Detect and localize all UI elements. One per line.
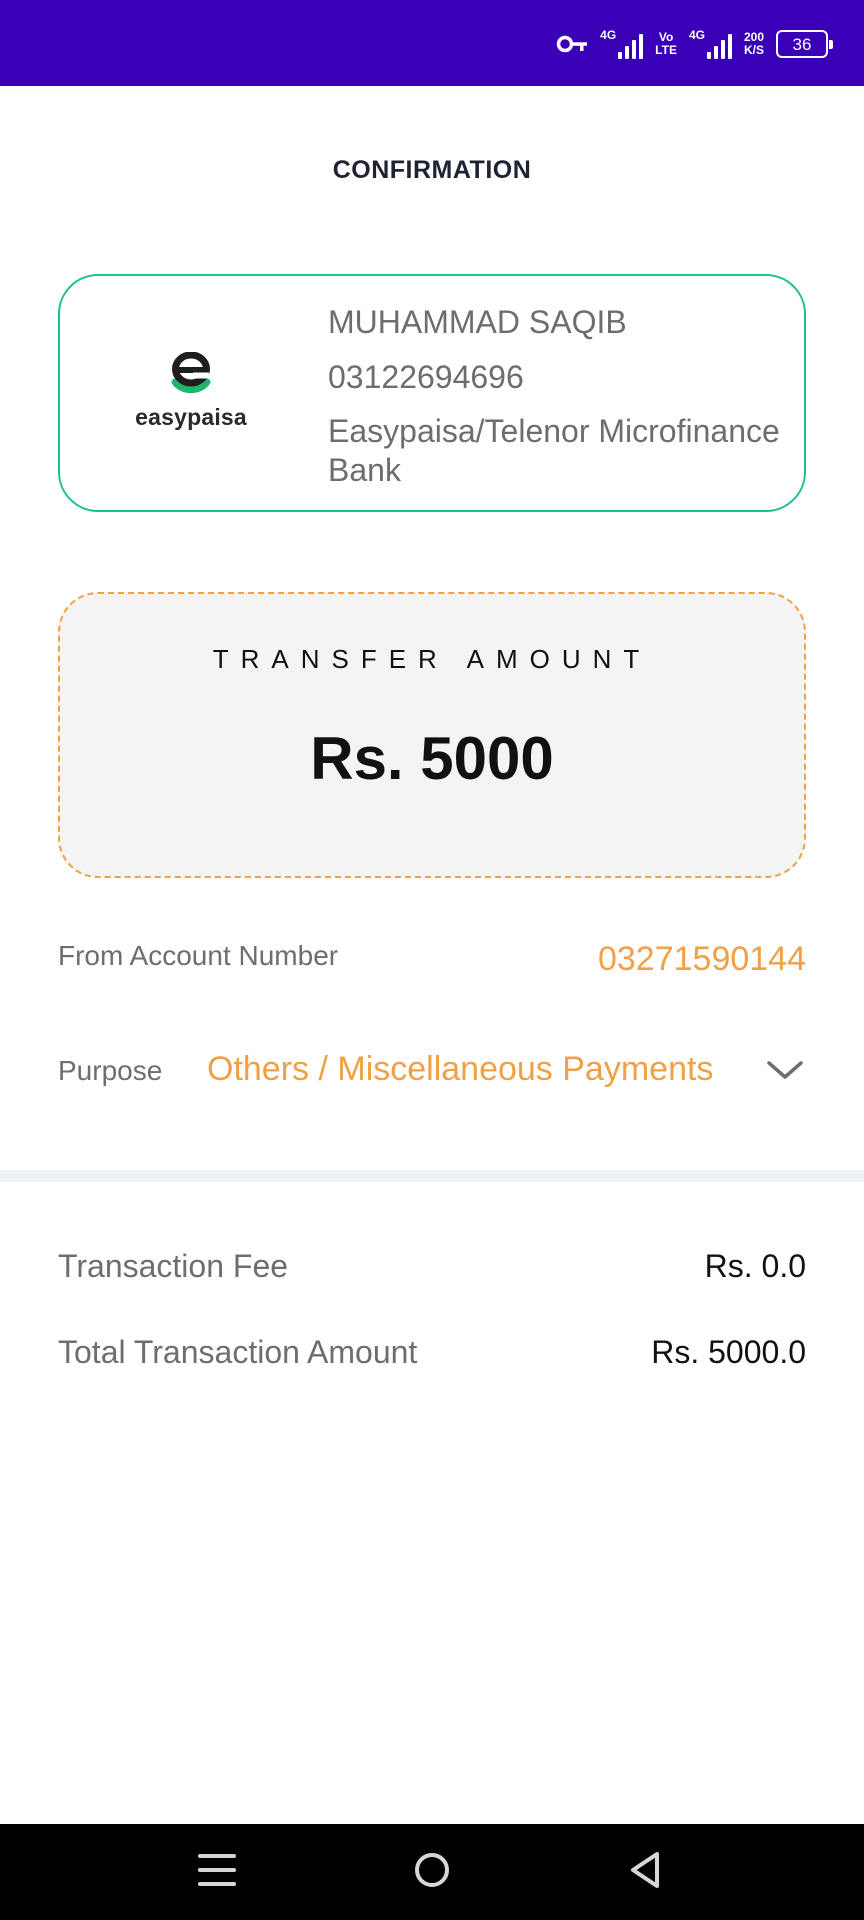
network-speed: 200 K/S <box>744 31 764 57</box>
chevron-down-icon[interactable] <box>766 1058 804 1082</box>
battery-level: 36 <box>792 34 812 54</box>
transaction-fee-value: Rs. 0.0 <box>704 1248 806 1284</box>
transfer-amount-box: TRANSFER AMOUNT Rs. 5000 <box>58 592 806 878</box>
status-icons: 4G Vo LTE 4G 200 K/S 36 <box>556 26 833 62</box>
status-bar: 4G Vo LTE 4G 200 K/S 36 <box>0 0 864 86</box>
transfer-amount-label: TRANSFER AMOUNT <box>212 644 652 674</box>
recipient-bank: Easypaisa/Telenor Microfinance Bank <box>328 413 780 488</box>
section-divider <box>0 1170 864 1182</box>
menu-icon[interactable] <box>196 1848 238 1892</box>
network-type-label-2: 4G <box>688 28 705 42</box>
total-amount-label: Total Transaction Amount <box>58 1334 418 1370</box>
network-type-label: 4G <box>600 28 617 42</box>
logo-text: easypaisa <box>135 404 247 430</box>
purpose-label: Purpose <box>58 1055 163 1086</box>
speed-unit: K/S <box>743 43 764 57</box>
signal-1-icon: 4G <box>600 28 644 59</box>
easypaisa-logo: easypaisa <box>135 352 247 431</box>
volte-bottom: LTE <box>655 43 677 57</box>
easypaisa-logo-icon <box>171 352 211 394</box>
battery-icon: 36 <box>776 30 833 58</box>
recipient-account: 03122694696 <box>328 359 524 395</box>
recipient-card: easypaisa MUHAMMAD SAQIB 03122694696 Eas… <box>58 274 806 512</box>
page-title: CONFIRMATION <box>332 156 532 184</box>
total-amount-value: Rs. 5000.0 <box>651 1334 806 1370</box>
back-icon[interactable] <box>626 1848 666 1892</box>
recipient-name: MUHAMMAD SAQIB <box>328 304 627 340</box>
transfer-amount-value: Rs. 5000 <box>310 725 554 792</box>
from-account-label: From Account Number <box>58 940 339 971</box>
vpn-key-icon <box>556 34 588 54</box>
purpose-dropdown[interactable]: Others / Miscellaneous Payments <box>207 1050 713 1089</box>
from-account-value: 03271590144 <box>597 940 806 978</box>
transaction-fee-label: Transaction Fee <box>58 1248 289 1284</box>
volte-indicator: Vo LTE <box>655 31 677 57</box>
navigation-bar <box>0 1824 864 1920</box>
signal-2-icon: 4G <box>689 29 732 59</box>
home-icon[interactable] <box>412 1848 452 1892</box>
recipient-info: MUHAMMAD SAQIB 03122694696 Easypaisa/Tel… <box>328 302 788 505</box>
